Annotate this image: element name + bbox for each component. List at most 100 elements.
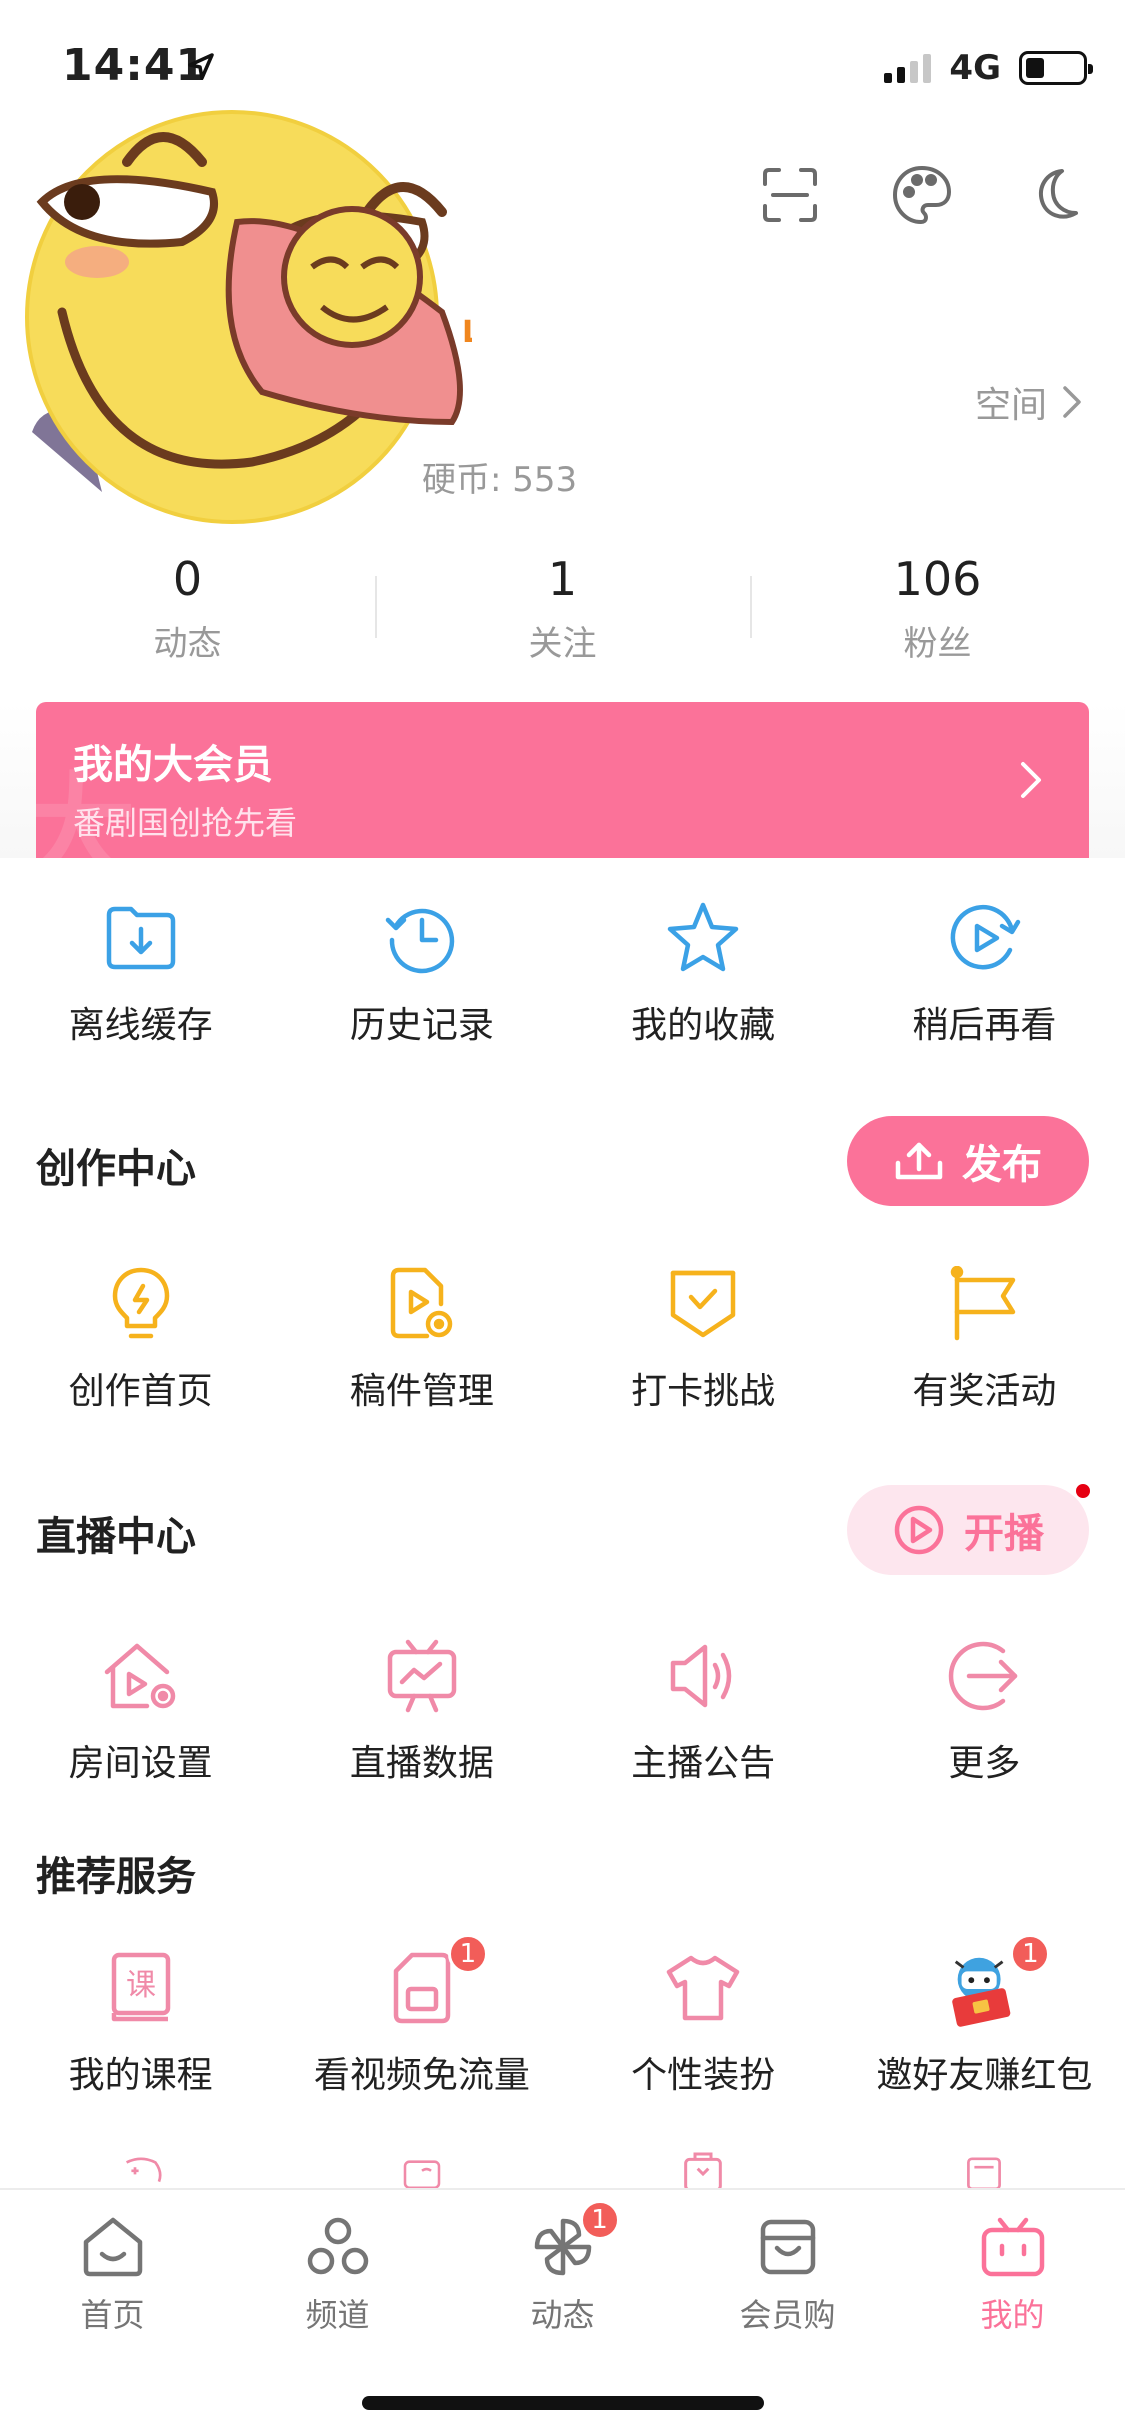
live-data-icon [382,1636,462,1716]
header-actions [755,160,1089,230]
live-grid: 房间设置 直播数据 主播公告 更多 [0,1636,1125,1786]
stat-label: 动态 [153,624,222,664]
notification-badge: 1 [447,1934,488,1974]
notification-dot [1073,1481,1093,1501]
service-label: 邀好友赚红包 [876,2055,1093,2096]
history-icon [382,898,462,978]
chevron-right-icon [1021,762,1041,798]
service-label: 个性装扮 [631,2055,776,2096]
tab-mine[interactable]: 我的 [900,2190,1125,2340]
battery-icon [1019,51,1093,85]
tab-label: 动态 [530,2296,595,2334]
start-live-label: 开播 [964,1511,1044,1557]
stat-dynamics[interactable]: 0 动态 [0,548,375,668]
creation-label: 打卡挑战 [631,1371,776,1412]
favorites-star-icon [663,898,743,978]
live-announcement[interactable]: 主播公告 [563,1636,844,1786]
tab-label: 会员购 [739,2296,836,2334]
level-badge: LV5 [462,315,472,350]
creation-home[interactable]: 创作首页 [0,1264,281,1414]
quick-action-history[interactable]: 历史记录 [281,898,562,1048]
upload-icon [895,1142,943,1180]
more-arrow-icon [944,1636,1024,1716]
play-circle-icon [894,1505,944,1555]
service-shop-peek[interactable] [563,2148,844,2190]
stat-fans[interactable]: 106 粉丝 [750,548,1125,668]
home-indicator[interactable] [362,2396,764,2410]
quick-action-watch-later[interactable]: 稍后再看 [844,898,1125,1048]
publish-label: 发布 [962,1142,1042,1188]
notification-badge: 1 [579,2200,620,2240]
creation-label: 稿件管理 [349,1371,494,1412]
night-mode-moon-icon[interactable] [1019,160,1089,230]
manuscript-icon [382,1264,462,1344]
recommended-grid: 课 我的课程 1 看视频免流量 个性装扮 1 邀好友赚红包 [0,1934,1125,2098]
creation-rewards[interactable]: 有奖活动 [844,1264,1125,1414]
vip-banner[interactable]: 大 我的大会员 番剧国创抢先看 [36,702,1089,858]
shopping-tag-icon [684,2152,722,2190]
live-data[interactable]: 直播数据 [281,1636,562,1786]
service-game-peek[interactable] [0,2148,281,2190]
creation-label: 创作首页 [68,1371,213,1412]
quick-action-favorites[interactable]: 我的收藏 [563,898,844,1048]
offline-cache-icon [101,898,181,978]
section-title-recommended: 推荐服务 [36,1854,196,1900]
quick-action-label: 稍后再看 [912,1005,1057,1046]
tab-label: 我的 [980,2296,1045,2334]
vip-subtitle: 番剧国创抢先看 [73,804,298,842]
service-decorations[interactable]: 个性装扮 [563,1948,844,2098]
tab-label: 首页 [80,2296,145,2334]
check-badge-icon [663,1264,743,1344]
stat-value: 0 [172,552,203,606]
space-link[interactable]: 空间 [975,376,1083,428]
palette-icon[interactable] [887,160,957,230]
tab-member-shop[interactable]: 会员购 [675,2190,900,2340]
quick-action-label: 离线缓存 [68,1005,213,1046]
tab-label: 频道 [305,2296,370,2334]
home-icon [78,2212,148,2282]
course-icon: 课 [101,1948,181,2028]
notification-badge: 1 [1010,1934,1051,1974]
live-label: 主播公告 [631,1743,776,1784]
tshirt-icon [663,1948,743,2028]
stat-following[interactable]: 1 关注 [375,548,750,668]
chevron-right-icon [1063,386,1081,418]
shopping-bag-icon [753,2212,823,2282]
service-free-data[interactable]: 1 看视频免流量 [281,1934,562,2098]
mine-tv-icon [978,2212,1048,2282]
status-indicators: 4G [884,48,1093,88]
sim-card-icon: 1 [382,1934,488,2028]
bottom-tab-bar: 首页 频道 1 动态 会员购 我的 [0,2188,1125,2436]
stat-label: 粉丝 [903,624,972,664]
tab-channel[interactable]: 频道 [225,2190,450,2340]
service-wallet-peek[interactable] [281,2148,562,2190]
live-more[interactable]: 更多 [844,1636,1125,1786]
profile-stats: 0 动态 1 关注 106 粉丝 [0,548,1125,668]
vip-title: 我的大会员 [73,742,273,788]
signal-icon [884,53,932,83]
start-live-button[interactable]: 开播 [847,1481,1093,1575]
creation-manuscripts[interactable]: 稿件管理 [281,1264,562,1414]
service-my-courses[interactable]: 课 我的课程 [0,1948,281,2098]
gamepad-icon [125,2157,162,2183]
coins-count: 硬币: 553 [422,460,578,500]
creation-checkin-challenge[interactable]: 打卡挑战 [563,1264,844,1414]
flag-icon [944,1264,1024,1344]
service-invite-friends[interactable]: 1 邀好友赚红包 [844,1934,1125,2098]
avatar[interactable]: LV5 [22,102,472,532]
quick-action-offline-cache[interactable]: 离线缓存 [0,898,281,1048]
service-label: 看视频免流量 [313,2055,530,2096]
wallet-icon [403,2160,441,2190]
tab-home[interactable]: 首页 [0,2190,225,2340]
vip-banner-area: 大 我的大会员 番剧国创抢先看 [0,702,1125,858]
live-room-settings[interactable]: 房间设置 [0,1636,281,1786]
channel-icon [303,2212,373,2282]
publish-button[interactable]: 发布 [847,1116,1089,1206]
creation-label: 有奖活动 [912,1371,1057,1412]
service-cards-peek[interactable] [844,2148,1125,2190]
tab-dynamic[interactable]: 1 动态 [450,2190,675,2340]
creation-grid: 创作首页 稿件管理 打卡挑战 有奖活动 [0,1264,1125,1414]
scan-icon[interactable] [755,160,825,230]
watch-later-icon [944,898,1024,978]
lightbulb-icon [101,1264,181,1344]
